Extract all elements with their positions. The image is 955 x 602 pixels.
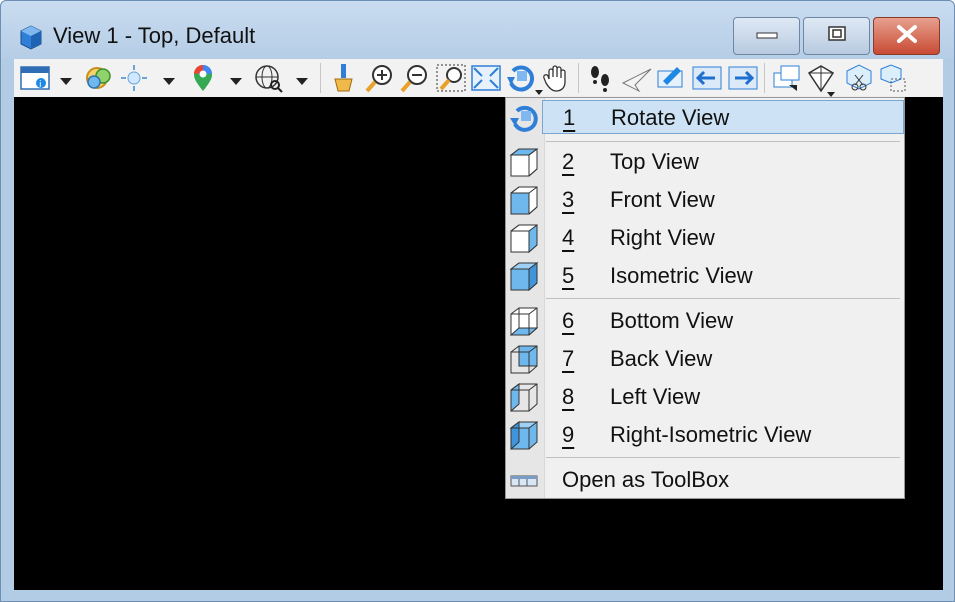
fly-icon[interactable] bbox=[620, 61, 654, 95]
cube-right-icon bbox=[508, 223, 540, 255]
menu-separator bbox=[546, 457, 900, 458]
arrow-right-icon[interactable] bbox=[726, 61, 760, 95]
menu-item-label: Isometric View bbox=[610, 263, 753, 288]
update-view-icon[interactable] bbox=[326, 61, 360, 95]
toolbar-separator bbox=[764, 63, 765, 93]
cube-top-icon bbox=[508, 147, 540, 179]
menu-item-bottom-view[interactable]: 6 Bottom View bbox=[506, 303, 904, 341]
clip-volume-icon[interactable] bbox=[842, 61, 876, 95]
minimize-button[interactable] bbox=[733, 17, 800, 55]
menu-item-label: Open as ToolBox bbox=[562, 467, 730, 492]
chevron-down-icon[interactable] bbox=[163, 73, 175, 85]
fit-view-icon[interactable] bbox=[469, 61, 503, 95]
cube-front-icon bbox=[508, 185, 540, 217]
menu-item-label: Right View bbox=[610, 225, 715, 250]
window-title: View 1 - Top, Default bbox=[53, 23, 256, 48]
maximize-icon bbox=[827, 25, 847, 47]
menu-item-open-as-toolbox[interactable]: Open as ToolBox bbox=[506, 462, 904, 500]
display-style-icon[interactable] bbox=[82, 61, 116, 95]
cube-left-icon bbox=[508, 382, 540, 414]
menu-item-number: 2 bbox=[562, 149, 575, 174]
menu-item-label: Back View bbox=[610, 346, 713, 371]
lighting-icon[interactable] bbox=[117, 61, 151, 95]
cube-iso-icon bbox=[508, 261, 540, 293]
zoom-in-icon[interactable] bbox=[363, 61, 397, 95]
chevron-down-icon[interactable] bbox=[60, 73, 72, 85]
menu-separator bbox=[546, 298, 900, 299]
pan-view-icon[interactable] bbox=[540, 61, 574, 95]
cube-app-icon bbox=[17, 23, 45, 51]
menu-item-label: Front View bbox=[610, 187, 715, 212]
view-window: View 1 - Top, Default i 1 Rotate View 2 … bbox=[0, 0, 955, 602]
chevron-down-icon[interactable] bbox=[230, 73, 242, 85]
menu-item-number: 8 bbox=[562, 384, 575, 409]
zoom-out-icon[interactable] bbox=[398, 61, 432, 95]
maximize-button[interactable] bbox=[803, 17, 870, 55]
close-button[interactable] bbox=[873, 17, 940, 55]
minimize-icon bbox=[756, 27, 778, 45]
menu-item-number: 3 bbox=[562, 187, 575, 212]
menu-separator bbox=[546, 141, 900, 142]
copy-view-icon[interactable] bbox=[770, 61, 804, 95]
view-attributes-icon[interactable]: i bbox=[18, 61, 52, 95]
window-area-icon[interactable] bbox=[434, 61, 468, 95]
view-previous-icon[interactable] bbox=[654, 61, 688, 95]
menu-item-back-view[interactable]: 7 Back View bbox=[506, 341, 904, 379]
rotate-view-dropdown-menu: 1 Rotate View 2 Top View 3 Front View 4 … bbox=[505, 97, 905, 499]
menu-item-number: 7 bbox=[562, 346, 575, 371]
toolbar-separator bbox=[320, 63, 321, 93]
menu-item-number: 9 bbox=[562, 422, 575, 447]
close-icon bbox=[896, 24, 918, 49]
menu-item-highlight[interactable]: 1 Rotate View bbox=[542, 100, 904, 134]
cube-back-icon bbox=[508, 344, 540, 376]
menu-item-right-view[interactable]: 4 Right View bbox=[506, 220, 904, 258]
walk-icon[interactable] bbox=[584, 61, 618, 95]
menu-item-label: Top View bbox=[610, 149, 699, 174]
svg-text:i: i bbox=[39, 80, 42, 90]
rotate-view-icon[interactable] bbox=[504, 61, 538, 95]
menu-item-number: 4 bbox=[562, 225, 575, 250]
menu-item-number: 6 bbox=[562, 308, 575, 333]
arrow-left-icon[interactable] bbox=[690, 61, 724, 95]
title-bar[interactable]: View 1 - Top, Default bbox=[1, 1, 954, 59]
menu-item-label: Right-Isometric View bbox=[610, 422, 812, 447]
menu-item-label: Bottom View bbox=[610, 308, 734, 333]
menu-item-top-view[interactable]: 2 Top View bbox=[506, 144, 904, 182]
chevron-down-icon[interactable] bbox=[296, 73, 308, 85]
menu-item-label: Rotate View bbox=[611, 105, 730, 130]
menu-item-label: Left View bbox=[610, 384, 701, 409]
clip-mask-icon[interactable] bbox=[876, 61, 910, 95]
cube-right-iso-icon bbox=[508, 420, 540, 452]
menu-item-isometric-view[interactable]: 5 Isometric View bbox=[506, 258, 904, 296]
menu-item-front-view[interactable]: 3 Front View bbox=[506, 182, 904, 220]
view-toolbar: i bbox=[14, 59, 943, 98]
cube-bottom-icon bbox=[508, 306, 540, 338]
globe-icon[interactable] bbox=[252, 61, 286, 95]
menu-item-number: 1 bbox=[563, 105, 576, 130]
menu-item-right-isometric-view[interactable]: 9 Right-Isometric View bbox=[506, 417, 904, 455]
toolbar-separator bbox=[578, 63, 579, 93]
chevron-down-icon[interactable] bbox=[827, 85, 835, 97]
menu-item-number: 5 bbox=[562, 263, 575, 288]
toolbox-icon bbox=[508, 465, 540, 497]
menu-item-left-view[interactable]: 8 Left View bbox=[506, 379, 904, 417]
location-icon[interactable] bbox=[186, 61, 220, 95]
rotate-view-icon bbox=[508, 102, 540, 134]
